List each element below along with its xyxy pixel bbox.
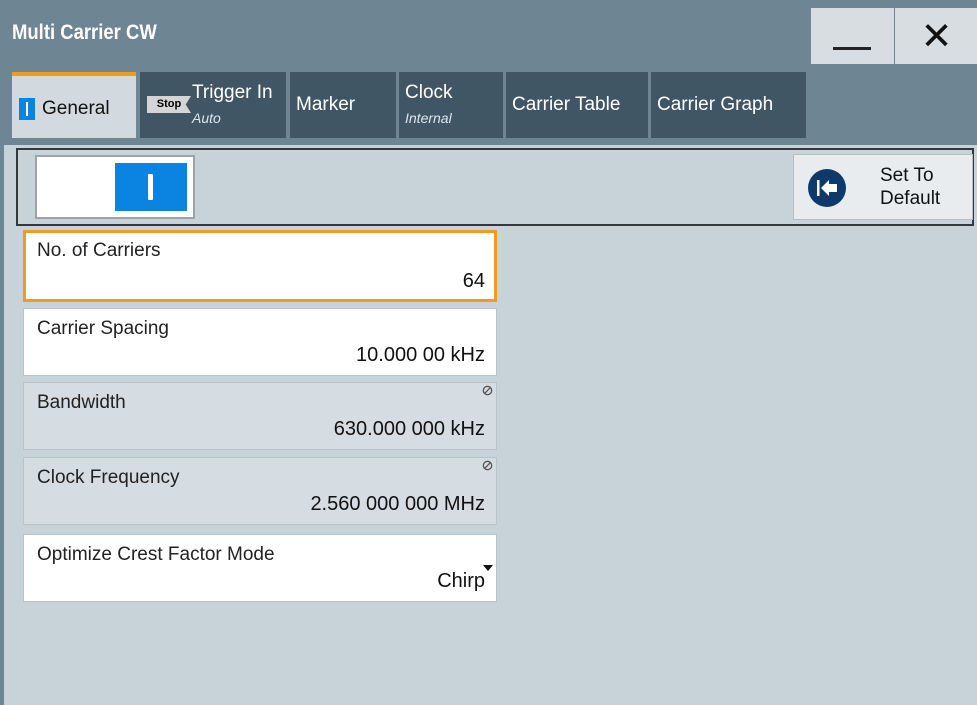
tab-trigger-in-label: Trigger In [192,82,273,103]
state-toggle[interactable] [35,155,195,219]
read-only-icon [482,460,493,471]
no-of-carriers-label: No. of Carriers [37,240,161,261]
tab-general[interactable]: General [12,72,136,138]
carrier-spacing-label: Carrier Spacing [37,318,169,339]
tab-marker-label: Marker [296,94,356,115]
tab-carrier-graph[interactable]: Carrier Graph [651,72,806,138]
read-only-icon [482,385,493,396]
clock-frequency-field: Clock Frequency 2.560 000 000 MHz [23,457,497,525]
minimize-icon [833,47,871,50]
tab-clock-sub: Internal [405,110,452,126]
close-icon: ✕ [920,14,953,58]
no-of-carriers-field[interactable]: No. of Carriers 64 [23,230,497,302]
no-of-carriers-value: 64 [462,270,485,292]
carrier-spacing-field[interactable]: Carrier Spacing 10.000 00 kHz [23,308,497,376]
window-title: Multi Carrier CW [12,21,157,44]
tab-trigger-in-sub: Auto [192,110,221,126]
tab-trigger-in[interactable]: Stop Trigger In Auto [140,72,286,138]
tab-clock[interactable]: Clock Internal [399,72,503,138]
optimize-crest-factor-mode-value: Chirp [437,570,485,592]
tab-carrier-table-label: Carrier Table [512,94,621,115]
state-on-icon [19,98,35,120]
stop-badge: Stop [147,96,191,113]
clock-frequency-label: Clock Frequency [37,467,180,488]
minimize-button[interactable] [811,8,894,64]
tab-carrier-table[interactable]: Carrier Table [506,72,648,138]
tab-marker[interactable]: Marker [290,72,396,138]
close-button[interactable]: ✕ [895,8,977,64]
set-default-icon [808,169,846,207]
tab-carrier-graph-label: Carrier Graph [657,94,774,115]
toggle-on-knob [115,163,187,211]
bandwidth-label: Bandwidth [37,392,126,413]
optimize-crest-factor-mode-select[interactable]: Optimize Crest Factor Mode Chirp [23,534,497,602]
carrier-spacing-value: 10.000 00 kHz [356,344,485,366]
set-default-label: Set To Default [880,165,941,209]
left-border [0,65,4,705]
clock-frequency-value: 2.560 000 000 MHz [310,493,485,515]
bandwidth-value: 630.000 000 kHz [333,418,485,440]
set-to-default-button[interactable]: Set To Default [793,154,973,220]
bandwidth-field: Bandwidth 630.000 000 kHz [23,382,497,450]
tab-general-label: General [42,98,110,119]
optimize-crest-factor-mode-label: Optimize Crest Factor Mode [37,544,275,565]
tab-clock-label: Clock [405,82,453,103]
